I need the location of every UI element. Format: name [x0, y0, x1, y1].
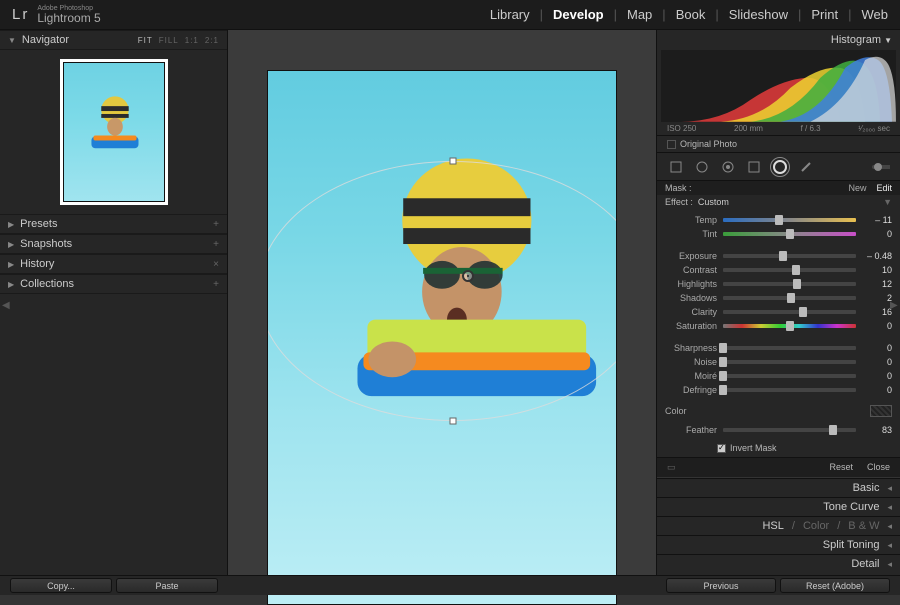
navigator-thumb[interactable] [63, 62, 165, 202]
canvas-area [228, 30, 656, 575]
radial-filter-overlay[interactable] [267, 161, 617, 421]
mask-new[interactable]: New [848, 183, 866, 193]
slider-clarity[interactable]: Clarity16 [665, 305, 892, 319]
slider-tint[interactable]: Tint0 [665, 227, 892, 241]
redeye-tool[interactable] [719, 158, 737, 176]
slider-feather[interactable]: Feather83 [665, 423, 892, 437]
history-header[interactable]: ▶History× [0, 254, 227, 274]
nav-fit[interactable]: FIT [138, 36, 153, 45]
main-photo[interactable] [267, 70, 617, 605]
radial-tool[interactable] [771, 158, 789, 176]
app-header: Lr Adobe Photoshop Lightroom 5 Library| … [0, 0, 900, 30]
checkbox-checked-icon[interactable] [717, 444, 726, 453]
panel-detail[interactable]: Detail◂ [657, 554, 900, 573]
checkbox-icon[interactable] [667, 140, 676, 149]
exif-info: ISO 250200 mmf / 6.3¹⁄₂₀₀₀ sec [657, 122, 900, 135]
reset-button[interactable]: Reset [829, 462, 853, 473]
mask-row: Mask : New Edit [657, 181, 900, 195]
nav-2to1[interactable]: 2:1 [205, 36, 219, 45]
nav-fill[interactable]: FILL [159, 36, 179, 45]
copy-button[interactable]: Copy... [10, 578, 112, 593]
module-web[interactable]: Web [862, 7, 889, 22]
panel-basic[interactable]: Basic◂ [657, 478, 900, 497]
collapse-right-icon[interactable]: ▶ [890, 298, 898, 314]
collapse-left-icon[interactable]: ◀ [2, 298, 10, 314]
histogram-header[interactable]: Histogram ▼ [657, 30, 900, 50]
navigator-header[interactable]: ▼ Navigator FIT FILL 1:1 2:1 [0, 30, 227, 50]
left-panel: ▼ Navigator FIT FILL 1:1 2:1 ▶Presets+ [0, 30, 228, 575]
slider-shadows[interactable]: Shadows2 [665, 291, 892, 305]
panel-split[interactable]: Split Toning◂ [657, 535, 900, 554]
brush-tool[interactable] [797, 158, 815, 176]
module-picker: Library| Develop| Map| Book| Slideshow| … [490, 7, 888, 22]
reset-close-row: ▭ Reset Close [657, 457, 900, 478]
slider-sharpness[interactable]: Sharpness0 [665, 341, 892, 355]
slider-saturation[interactable]: Saturation0 [665, 319, 892, 333]
nav-1to1[interactable]: 1:1 [185, 36, 199, 45]
snapshots-header[interactable]: ▶Snapshots+ [0, 234, 227, 254]
slider-moire[interactable]: Moiré0 [665, 369, 892, 383]
right-panel: Histogram ▼ ISO 250200 mmf / 6.3¹⁄₂₀₀₀ s… [656, 30, 900, 575]
radial-handle-n[interactable] [450, 158, 457, 165]
switch-icon[interactable]: ▭ [667, 462, 676, 473]
color-row[interactable]: Color [657, 401, 900, 421]
effect-row[interactable]: Effect : Custom ▼ [657, 195, 900, 209]
lr-logo: Lr [12, 6, 29, 23]
module-book[interactable]: Book [676, 7, 706, 22]
slider-exposure[interactable]: Exposure– 0.48 [665, 249, 892, 263]
adjustment-sliders: Temp– 11 Tint0 Exposure– 0.48 Contrast10… [657, 209, 900, 401]
collections-header[interactable]: ▶Collections+ [0, 274, 227, 294]
module-slideshow[interactable]: Slideshow [729, 7, 788, 22]
slider-defringe[interactable]: Defringe0 [665, 383, 892, 397]
mask-edit[interactable]: Edit [876, 183, 892, 193]
module-develop[interactable]: Develop [553, 7, 604, 22]
slider-temp[interactable]: Temp– 11 [665, 213, 892, 227]
bottom-bar: Copy... Paste Previous Reset (Adobe) [0, 575, 900, 595]
invert-mask-toggle[interactable]: Invert Mask [657, 441, 900, 457]
crop-tool[interactable] [667, 158, 685, 176]
reset-adobe-button[interactable]: Reset (Adobe) [780, 578, 890, 593]
presets-header[interactable]: ▶Presets+ [0, 214, 227, 234]
module-print[interactable]: Print [811, 7, 838, 22]
color-swatch[interactable] [870, 405, 892, 417]
previous-button[interactable]: Previous [666, 578, 776, 593]
slider-highlights[interactable]: Highlights12 [665, 277, 892, 291]
slider-contrast[interactable]: Contrast10 [665, 263, 892, 277]
module-library[interactable]: Library [490, 7, 530, 22]
radial-center-pin[interactable] [462, 270, 474, 282]
paste-button[interactable]: Paste [116, 578, 218, 593]
graduated-tool[interactable] [745, 158, 763, 176]
tool-toggle[interactable] [872, 158, 890, 176]
histogram[interactable] [661, 50, 896, 122]
panel-hsl[interactable]: HSL/Color/B & W◂ [657, 516, 900, 535]
original-photo-toggle[interactable]: Original Photo [657, 135, 900, 153]
develop-toolstrip [657, 153, 900, 181]
panel-tonecurve[interactable]: Tone Curve◂ [657, 497, 900, 516]
spot-tool[interactable] [693, 158, 711, 176]
radial-handle-s[interactable] [450, 418, 457, 425]
app-brand: Adobe Photoshop Lightroom 5 [37, 5, 100, 24]
module-map[interactable]: Map [627, 7, 652, 22]
close-button[interactable]: Close [867, 462, 890, 473]
slider-noise[interactable]: Noise0 [665, 355, 892, 369]
